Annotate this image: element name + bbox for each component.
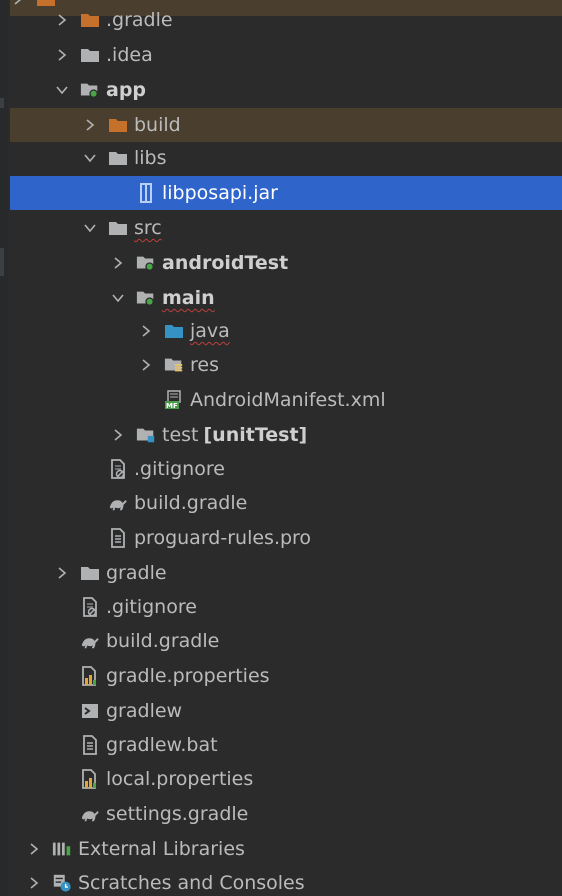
tree-item-label: settings.gradle [106,803,249,825]
tree-row[interactable]: build.gradle [10,486,562,520]
tree-item-label: gradle.properties [106,665,270,687]
tree-item-label: libs [134,147,167,169]
tree-item-label: main [162,287,215,309]
gradle-file-icon [80,631,100,651]
chevron-right-icon[interactable] [110,255,126,271]
tree-row[interactable]: libposapi.jar [10,176,562,210]
tree-row[interactable]: .gitignore [10,452,562,486]
module-folder-icon [136,288,156,308]
tree-row[interactable]: Scratches and Consoles [10,866,562,896]
tree-row[interactable]: main [10,281,562,315]
tree-item-tag: [unitTest] [203,424,308,446]
chevron-right-icon[interactable] [54,565,70,581]
tree-item-label: gradlew.bat [106,734,218,756]
tree-item-label: Scratches and Consoles [78,872,305,894]
chevron-down-icon[interactable] [54,82,70,98]
chevron-right-icon[interactable] [26,875,42,891]
chevron-right-icon[interactable] [138,357,154,373]
tree-item-label: local.properties [106,768,254,790]
jar-file-icon [136,183,156,203]
tree-item-label: proguard-rules.pro [134,527,312,549]
folder-icon [108,218,128,238]
gutter-marker [0,98,4,108]
tree-row[interactable]: .gradle [10,3,562,37]
tree-row[interactable]: src [10,211,562,245]
tree-item-label: java [190,320,230,342]
module-folder-icon [136,253,156,273]
gitignore-file-icon [108,459,128,479]
tree-item-label: build [134,114,181,136]
tree-row[interactable]: gradle [10,556,562,590]
chevron-right-icon[interactable] [138,323,154,339]
tree-row[interactable]: androidTest [10,246,562,280]
tree-row[interactable]: .gitignore [10,590,562,624]
tree-row[interactable]: MF AndroidManifest.xml [10,383,562,417]
chevron-down-icon[interactable] [82,220,98,236]
tree-row[interactable]: .idea [10,38,562,72]
tree-item-label: External Libraries [78,838,245,860]
scratches-icon [52,873,72,893]
properties-file-icon [80,666,100,686]
folder-icon [80,563,100,583]
folder-excluded-icon [108,115,128,135]
tree-row[interactable]: settings.gradle [10,797,562,831]
manifest-file-icon: MF [164,390,184,410]
gradle-file-icon [108,493,128,513]
tree-item-label: test [162,424,199,446]
resource-folder-icon [164,355,184,375]
chevron-right-icon[interactable] [110,427,126,443]
test-folder-icon [136,425,156,445]
chevron-right-icon[interactable] [54,12,70,28]
tree-item-label: build.gradle [134,492,248,514]
tree-item-label: gradlew [106,700,183,722]
chevron-right-icon[interactable] [26,841,42,857]
tree-row[interactable]: test [unitTest] [10,418,562,452]
shell-script-icon [80,701,100,721]
tree-row[interactable]: proguard-rules.pro [10,521,562,555]
tree-item-label: gradle [106,562,167,584]
properties-file-icon [80,769,100,789]
tree-item-label: .gitignore [134,458,225,480]
tree-row[interactable]: gradlew [10,694,562,728]
folder-icon [108,148,128,168]
tree-row[interactable]: res [10,348,562,382]
tree-item-label: androidTest [162,252,289,274]
tree-item-label: .gitignore [106,596,197,618]
tree-row[interactable]: External Libraries [10,832,562,866]
text-file-icon [108,528,128,548]
tree-item-label: AndroidManifest.xml [190,389,386,411]
chevron-right-icon[interactable] [82,117,98,133]
project-tree-panel: .gradle .idea app build libs libposapi.jar src… [0,0,562,896]
module-folder-icon [80,80,100,100]
tree-item-label: .idea [106,44,153,66]
folder-excluded-icon [80,10,100,30]
tree-item-label: src [134,217,162,239]
library-icon [52,839,72,859]
tree-row[interactable]: java [10,314,562,348]
tree-item-label: res [190,354,219,376]
text-file-icon [80,735,100,755]
left-gutter [0,0,8,896]
tree-row[interactable]: local.properties [10,762,562,796]
folder-icon [80,45,100,65]
gutter-marker [0,248,4,276]
tree-row[interactable]: app [10,73,562,107]
svg-text:MF: MF [166,402,178,410]
chevron-down-icon[interactable] [110,290,126,306]
tree-item-label: build.gradle [106,630,220,652]
chevron-right-icon[interactable] [54,47,70,63]
tree-item-label: .gradle [106,9,173,31]
tree-row[interactable]: build [10,108,562,142]
tree-row[interactable]: build.gradle [10,624,562,658]
tree-item-label: libposapi.jar [162,182,278,204]
tree-row[interactable]: gradle.properties [10,659,562,693]
chevron-down-icon[interactable] [82,150,98,166]
source-folder-icon [164,321,184,341]
tree-row[interactable]: gradlew.bat [10,728,562,762]
tree-item-label: app [106,79,147,101]
tree-row[interactable]: libs [10,141,562,175]
gradle-file-icon [80,804,100,824]
gitignore-file-icon [80,597,100,617]
